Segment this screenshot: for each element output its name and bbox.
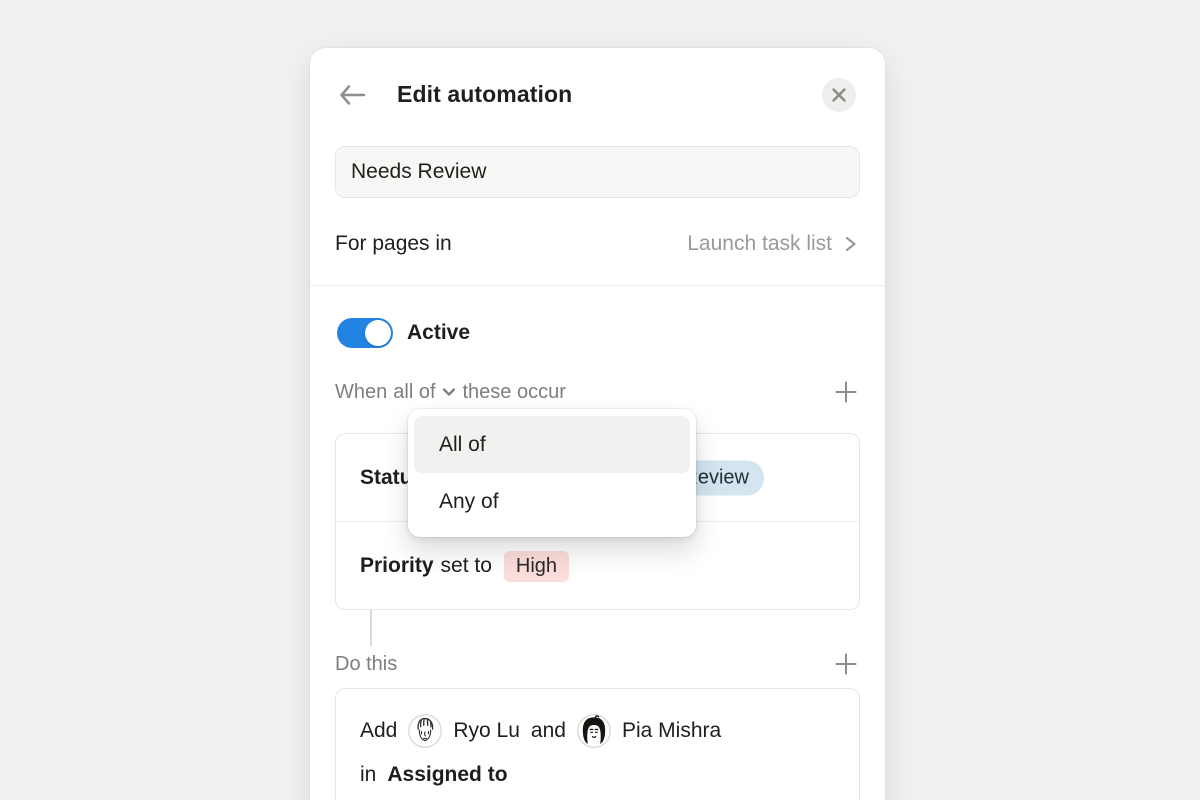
priority-verb: set to	[441, 554, 492, 578]
when-label: When	[335, 381, 387, 404]
active-label: Active	[407, 321, 470, 345]
add-action-button[interactable]	[832, 650, 860, 678]
preposition-label: in	[360, 763, 376, 787]
close-button[interactable]	[822, 78, 856, 112]
action-line-1: Add	[360, 709, 835, 753]
action-line-2: in Assigned to	[360, 753, 835, 797]
trigger-section-header: When all of these occur	[335, 378, 860, 406]
for-pages-in-row[interactable]: For pages in Launch task list	[335, 220, 860, 268]
toggle-knob	[365, 320, 391, 346]
assigned-to-property: Assigned to	[387, 763, 507, 787]
plus-icon	[833, 379, 859, 405]
action-card[interactable]: Add	[335, 688, 860, 800]
section-divider	[310, 285, 885, 286]
person-name-2: Pia Mishra	[622, 719, 721, 743]
do-this-label: Do this	[335, 653, 397, 676]
menu-item-all-of[interactable]: All of	[414, 416, 690, 473]
for-pages-in-label: For pages in	[335, 232, 452, 256]
condition-type-value: all of	[393, 381, 435, 404]
flow-connector-line	[370, 610, 372, 646]
close-icon	[831, 87, 847, 103]
these-occur-label: these occur	[463, 381, 566, 404]
database-name: Launch task list	[687, 232, 832, 256]
menu-item-any-of[interactable]: Any of	[414, 473, 690, 530]
automation-name-input[interactable]	[335, 146, 860, 198]
chevron-right-icon	[840, 234, 860, 254]
active-toggle[interactable]	[337, 318, 393, 348]
active-toggle-row: Active	[337, 318, 470, 348]
page-background: { "dialog": { "title": "Edit automation"…	[0, 0, 1200, 800]
condition-type-selector[interactable]: all of	[393, 381, 456, 404]
edit-automation-dialog: Edit automation For pages in Launch task…	[310, 48, 885, 800]
chevron-down-icon	[441, 384, 457, 400]
dialog-title: Edit automation	[397, 80, 572, 108]
condition-type-menu: All of Any of	[408, 409, 696, 537]
action-verb: Add	[360, 719, 397, 743]
back-arrow-icon	[337, 82, 367, 108]
back-button[interactable]	[334, 77, 370, 113]
action-section-header: Do this	[335, 650, 860, 678]
avatar-pia-mishra	[577, 714, 611, 748]
person-name-1: Ryo Lu	[453, 719, 520, 743]
add-trigger-button[interactable]	[832, 378, 860, 406]
priority-property-label: Priority	[360, 554, 434, 578]
conjunction-label: and	[531, 719, 566, 743]
plus-icon	[833, 651, 859, 677]
priority-value-pill: High	[504, 551, 569, 582]
avatar-ryo-lu	[408, 714, 442, 748]
